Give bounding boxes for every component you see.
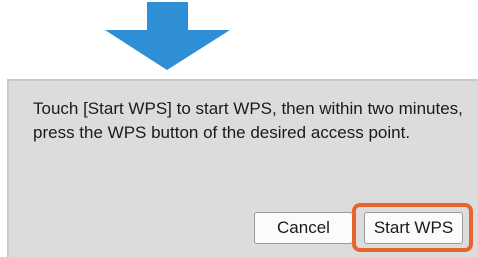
down-arrow-icon — [105, 2, 230, 70]
wps-dialog: Touch [Start WPS] to start WPS, then wit… — [7, 79, 478, 257]
dialog-message: Touch [Start WPS] to start WPS, then wit… — [33, 99, 463, 142]
start-wps-button[interactable]: Start WPS — [364, 212, 463, 244]
cancel-button[interactable]: Cancel — [254, 212, 353, 244]
